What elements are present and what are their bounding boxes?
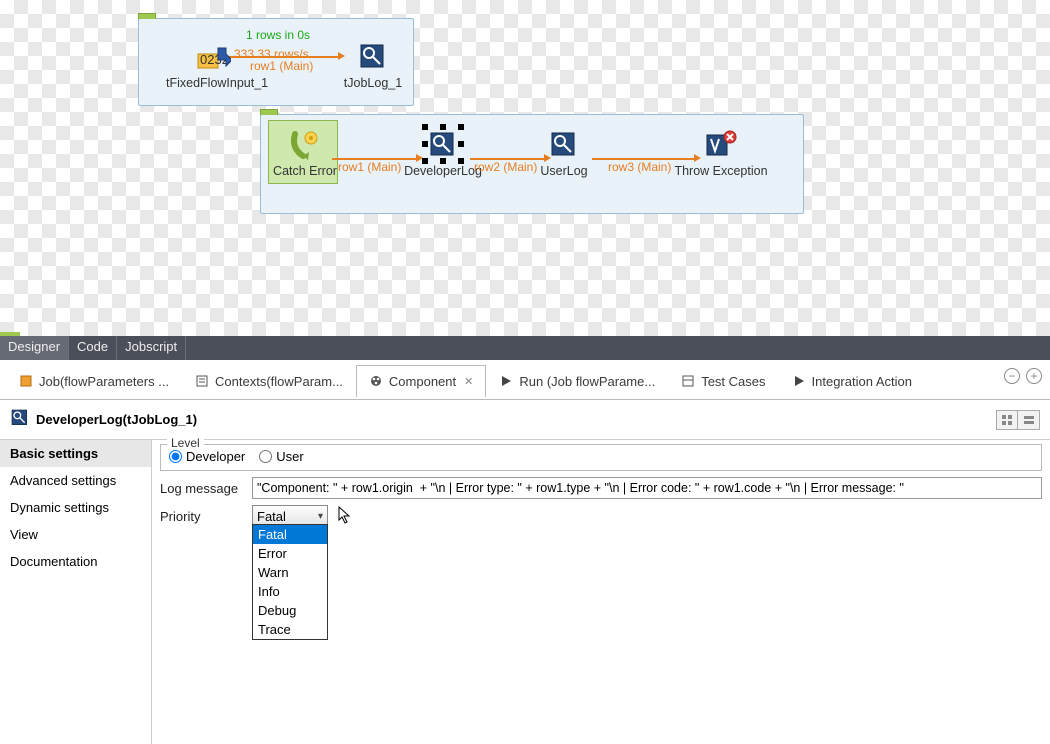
priority-option-info[interactable]: Info bbox=[253, 582, 327, 601]
node-label: Catch Error bbox=[270, 164, 340, 178]
run-icon bbox=[499, 374, 513, 388]
editor-tabs: Job(flowParameters ... Contexts(flowPara… bbox=[0, 360, 1050, 400]
selection-handles[interactable] bbox=[424, 126, 462, 162]
tab-designer[interactable]: Designer bbox=[0, 336, 69, 360]
subjob-collapse-toggle[interactable] bbox=[138, 13, 156, 19]
component-header: DeveloperLog(tJobLog_1) bbox=[0, 400, 1050, 440]
log-message-label: Log message bbox=[160, 481, 252, 496]
log-message-input[interactable] bbox=[252, 477, 1042, 499]
chevron-down-icon: ▾ bbox=[318, 511, 323, 522]
side-view[interactable]: View bbox=[0, 521, 151, 548]
node-tjoblog-1[interactable]: tJobLog_1 bbox=[338, 40, 408, 90]
integration-icon bbox=[792, 374, 806, 388]
radio-input[interactable] bbox=[169, 450, 182, 463]
tab-label: Test Cases bbox=[701, 374, 765, 389]
level-legend: Level bbox=[167, 436, 204, 450]
settings-form: Level Developer User Log message Priorit… bbox=[152, 440, 1050, 744]
level-user-radio[interactable]: User bbox=[259, 449, 303, 464]
priority-option-fatal[interactable]: Fatal bbox=[253, 525, 327, 544]
node-catch-error[interactable]: Catch Error bbox=[270, 128, 340, 178]
tfixedflowinput-icon: 0232 bbox=[197, 40, 231, 74]
contexts-icon bbox=[195, 374, 209, 388]
priority-option-error[interactable]: Error bbox=[253, 544, 327, 563]
test-cases-icon bbox=[681, 374, 695, 388]
maximize-button[interactable]: + bbox=[1026, 368, 1042, 384]
side-advanced-settings[interactable]: Advanced settings bbox=[0, 467, 151, 494]
joblog-icon bbox=[10, 408, 30, 431]
active-indicator bbox=[0, 332, 20, 336]
tab-contexts[interactable]: Contexts(flowParam... bbox=[182, 365, 356, 397]
priority-option-trace[interactable]: Trace bbox=[253, 620, 327, 639]
tab-test-cases[interactable]: Test Cases bbox=[668, 365, 778, 397]
tab-component[interactable]: Component ✕ bbox=[356, 365, 486, 397]
job-icon bbox=[19, 374, 33, 388]
settings-side-list: Basic settings Advanced settings Dynamic… bbox=[0, 440, 152, 744]
tab-label: Run (Job flowParame... bbox=[519, 374, 655, 389]
node-label: UserLog bbox=[534, 164, 594, 178]
link-label-row3: row3 (Main) bbox=[608, 160, 671, 174]
component-title: DeveloperLog(tJobLog_1) bbox=[36, 412, 197, 427]
joblog-icon bbox=[547, 128, 581, 162]
tab-run[interactable]: Run (Job flowParame... bbox=[486, 365, 668, 397]
level-developer-radio[interactable]: Developer bbox=[169, 449, 245, 464]
priority-option-warn[interactable]: Warn bbox=[253, 563, 327, 582]
side-documentation[interactable]: Documentation bbox=[0, 548, 151, 575]
catch-error-icon bbox=[288, 128, 322, 162]
joblog-icon bbox=[356, 40, 390, 74]
view-grid-button[interactable] bbox=[996, 410, 1018, 430]
priority-option-debug[interactable]: Debug bbox=[253, 601, 327, 620]
close-icon[interactable]: ✕ bbox=[464, 375, 473, 388]
design-canvas[interactable]: 1 rows in 0s 333.33 rows/s row1 (Main) 0… bbox=[0, 0, 1050, 336]
level-fieldset: Level Developer User bbox=[160, 444, 1042, 471]
priority-dropdown[interactable]: Fatal Error Warn Info Debug Trace bbox=[252, 524, 328, 640]
side-dynamic-settings[interactable]: Dynamic settings bbox=[0, 494, 151, 521]
minimize-button[interactable]: − bbox=[1004, 368, 1020, 384]
radio-input[interactable] bbox=[259, 450, 272, 463]
node-label: tJobLog_1 bbox=[338, 76, 408, 90]
throw-exception-icon bbox=[704, 128, 738, 162]
tab-job[interactable]: Job(flowParameters ... bbox=[6, 365, 182, 397]
radio-label: Developer bbox=[186, 449, 245, 464]
node-throw-exception[interactable]: Throw Exception bbox=[666, 128, 776, 178]
node-userlog[interactable]: UserLog bbox=[534, 128, 594, 178]
tab-integration-action[interactable]: Integration Action bbox=[779, 365, 925, 397]
tab-code[interactable]: Code bbox=[69, 336, 117, 360]
subjob-collapse-toggle[interactable] bbox=[260, 109, 278, 115]
node-label: tFixedFlowInput_1 bbox=[166, 76, 262, 90]
view-list-button[interactable] bbox=[1018, 410, 1040, 430]
tab-jobscript[interactable]: Jobscript bbox=[117, 336, 186, 360]
component-icon bbox=[369, 374, 383, 388]
radio-label: User bbox=[276, 449, 303, 464]
tab-label: Component bbox=[389, 374, 456, 389]
tab-label: Job(flowParameters ... bbox=[39, 374, 169, 389]
link-label-row2: row2 (Main) bbox=[474, 160, 537, 174]
priority-label: Priority bbox=[160, 509, 252, 524]
bottom-view-tabs: Designer Code Jobscript bbox=[0, 336, 1050, 360]
tab-label: Integration Action bbox=[812, 374, 912, 389]
link-label-row1b: row1 (Main) bbox=[338, 160, 401, 174]
priority-value: Fatal bbox=[257, 509, 286, 524]
node-label: Throw Exception bbox=[666, 164, 776, 178]
node-tfixedflowinput[interactable]: 0232 tFixedFlowInput_1 bbox=[166, 40, 262, 90]
side-basic-settings[interactable]: Basic settings bbox=[0, 440, 151, 467]
tab-label: Contexts(flowParam... bbox=[215, 374, 343, 389]
